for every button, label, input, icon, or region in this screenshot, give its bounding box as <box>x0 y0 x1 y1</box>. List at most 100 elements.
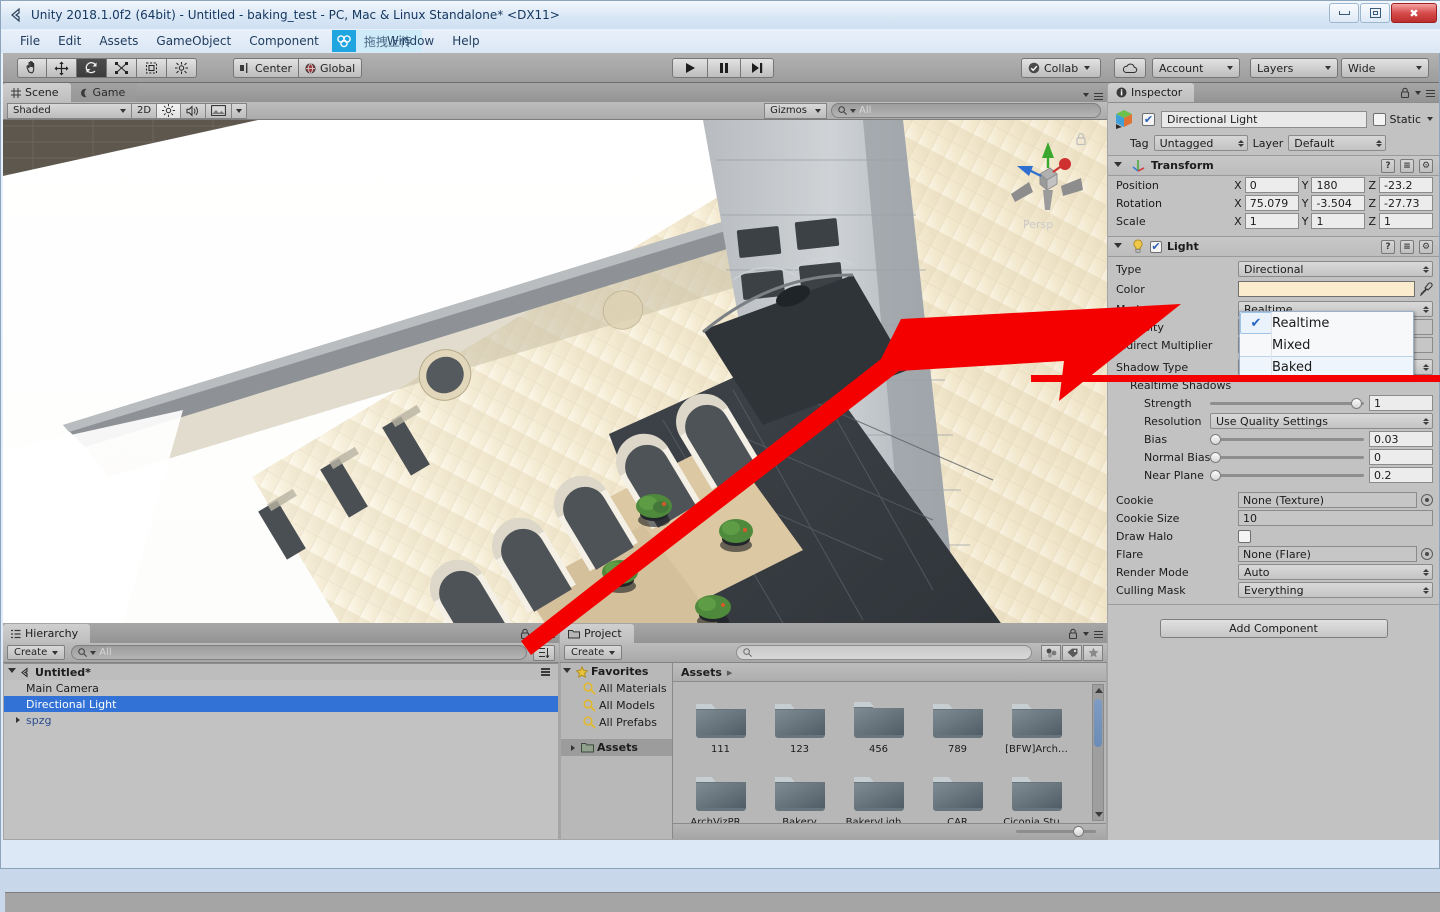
hierarchy-item-main-camera[interactable]: Main Camera <box>4 680 558 696</box>
account-button[interactable]: Account <box>1152 58 1240 78</box>
asset-folder[interactable]: Ciconia Stu… <box>997 765 1076 823</box>
project-tree[interactable]: Favorites All Materials All Models All P… <box>561 663 673 839</box>
position-y-input[interactable]: 180 <box>1311 177 1366 193</box>
rotation-y-input[interactable]: -3.504 <box>1311 195 1366 211</box>
scene-panel-menu[interactable] <box>1083 92 1103 100</box>
favorite-button[interactable] <box>1083 644 1103 661</box>
project-favorite-all-prefabs[interactable]: All Prefabs <box>561 714 672 731</box>
collab-button[interactable]: Collab <box>1021 58 1101 78</box>
project-favorite-all-models[interactable]: All Models <box>561 697 672 714</box>
hierarchy-item-spzg[interactable]: spzg <box>4 712 558 728</box>
dropdown-option-baked[interactable]: Baked <box>1240 356 1413 378</box>
pivot-mode-button[interactable]: Center <box>233 58 300 78</box>
hierarchy-panel-menu[interactable] <box>520 628 555 641</box>
scene-context-menu-icon[interactable] <box>541 668 550 676</box>
scene-lighting-button[interactable] <box>157 102 182 119</box>
panel-menu-icon[interactable] <box>1094 92 1103 100</box>
asset-grid-scrollbar[interactable] <box>1092 684 1104 821</box>
light-draw-halo-checkbox[interactable] <box>1238 529 1251 543</box>
expand-arrow-icon[interactable] <box>16 717 20 723</box>
menu-assets[interactable]: Assets <box>90 31 147 51</box>
expand-arrow-icon[interactable] <box>8 668 16 676</box>
light-cookie-input[interactable]: None (Texture) <box>1238 492 1417 508</box>
project-tree-assets[interactable]: Assets <box>561 739 672 756</box>
scene-audio-button[interactable] <box>181 102 207 119</box>
light-color-swatch[interactable] <box>1238 281 1415 297</box>
static-toggle[interactable]: Static <box>1372 112 1433 126</box>
tab-scene[interactable]: Scene <box>3 83 71 102</box>
expand-arrow-icon[interactable] <box>571 744 575 751</box>
asset-folder[interactable]: ArchVizPR… <box>681 765 760 823</box>
scale-y-input[interactable]: 1 <box>1311 213 1366 229</box>
slider-knob[interactable] <box>1210 451 1221 463</box>
shadow-normal-bias-slider[interactable] <box>1210 449 1364 465</box>
scroll-up-icon[interactable] <box>1095 688 1103 693</box>
project-create-button[interactable]: Create <box>564 645 623 660</box>
slider-knob[interactable] <box>1351 397 1362 409</box>
gameobject-enabled-checkbox[interactable] <box>1142 112 1155 126</box>
gear-icon[interactable]: ⚙ <box>1419 239 1433 254</box>
tab-inspector[interactable]: Inspector <box>1108 83 1195 102</box>
hand-tool-button[interactable] <box>17 58 47 78</box>
light-component-header[interactable]: Light ? ≡ ⚙ <box>1108 236 1439 257</box>
hierarchy-search-input[interactable]: All <box>71 645 527 660</box>
scale-z-input[interactable]: 1 <box>1379 213 1433 229</box>
project-panel-menu[interactable] <box>1068 628 1103 641</box>
rotation-z-input[interactable]: -27.73 <box>1379 195 1433 211</box>
menu-edit[interactable]: Edit <box>49 31 90 51</box>
move-tool-button[interactable] <box>47 58 77 78</box>
expand-arrow-icon[interactable] <box>563 667 571 676</box>
asset-folder[interactable]: [BFW]Arch… <box>997 692 1076 755</box>
position-x-input[interactable]: 0 <box>1244 177 1299 193</box>
scale-x-input[interactable]: 1 <box>1244 213 1299 229</box>
light-culling-mask-dropdown[interactable]: Everything <box>1238 582 1433 598</box>
gear-icon[interactable]: ⚙ <box>1419 158 1433 173</box>
shadow-strength-input[interactable]: 1 <box>1369 395 1433 411</box>
scene-viewport[interactable]: Persp <box>3 120 1107 623</box>
scrollbar-thumb[interactable] <box>1094 699 1102 747</box>
light-enabled-checkbox[interactable] <box>1150 240 1162 253</box>
asset-folder[interactable]: CAR <box>918 765 997 823</box>
dropdown-option-mixed[interactable]: Mixed <box>1240 334 1413 356</box>
zoom-slider-knob[interactable] <box>1073 826 1084 837</box>
asset-grid[interactable]: 111 123 456 789 [BFW]Arch… ArchVizPR… Ba… <box>673 682 1106 823</box>
panel-menu-icon[interactable] <box>1094 630 1103 639</box>
tab-hierarchy[interactable]: Hierarchy <box>3 624 91 643</box>
expand-arrow-icon[interactable] <box>1114 161 1122 170</box>
scene-fx-dropdown[interactable] <box>232 102 248 119</box>
rotation-x-input[interactable]: 75.079 <box>1244 195 1299 211</box>
shadow-strength-slider[interactable] <box>1210 395 1364 411</box>
breadcrumb[interactable]: Assets ▸ <box>673 663 1106 682</box>
asset-folder[interactable]: 123 <box>760 692 839 755</box>
slider-knob[interactable] <box>1210 433 1221 445</box>
rotate-tool-button[interactable] <box>77 58 107 78</box>
step-button[interactable] <box>741 58 774 78</box>
breadcrumb-assets[interactable]: Assets <box>681 666 722 679</box>
filter-by-type-button[interactable] <box>1041 644 1061 661</box>
menu-file[interactable]: File <box>11 31 49 51</box>
tab-game[interactable]: Game <box>70 83 138 102</box>
hierarchy-item-directional-light[interactable]: Directional Light <box>4 696 558 712</box>
filter-by-label-button[interactable] <box>1062 644 1082 661</box>
project-favorites-header[interactable]: Favorites <box>561 663 672 680</box>
pause-button[interactable] <box>708 58 741 78</box>
toggle-2d-button[interactable]: 2D <box>132 102 158 119</box>
shadow-resolution-dropdown[interactable]: Use Quality Settings <box>1210 413 1433 429</box>
dropdown-option-realtime[interactable]: ✔ Realtime <box>1240 312 1413 334</box>
light-render-mode-dropdown[interactable]: Auto <box>1238 564 1433 580</box>
help-icon[interactable]: ? <box>1381 158 1395 173</box>
pivot-rotation-button[interactable]: Global <box>299 58 363 78</box>
eyedropper-icon[interactable] <box>1419 282 1433 297</box>
hierarchy-sort-button[interactable] <box>533 644 555 661</box>
minimize-button[interactable] <box>1329 3 1359 23</box>
asset-folder[interactable]: 111 <box>681 692 760 755</box>
rect-tool-button[interactable] <box>137 58 167 78</box>
shadow-bias-slider[interactable] <box>1210 431 1364 447</box>
hierarchy-scene-row[interactable]: Untitled* <box>4 664 558 680</box>
preset-icon[interactable]: ≡ <box>1400 239 1414 254</box>
tab-project[interactable]: Project <box>560 624 634 643</box>
expand-arrow-icon[interactable] <box>1114 242 1122 251</box>
project-search-input[interactable] <box>736 645 1032 660</box>
menu-window[interactable]: Window <box>378 31 443 51</box>
inspector-panel-menu[interactable] <box>1400 87 1435 100</box>
